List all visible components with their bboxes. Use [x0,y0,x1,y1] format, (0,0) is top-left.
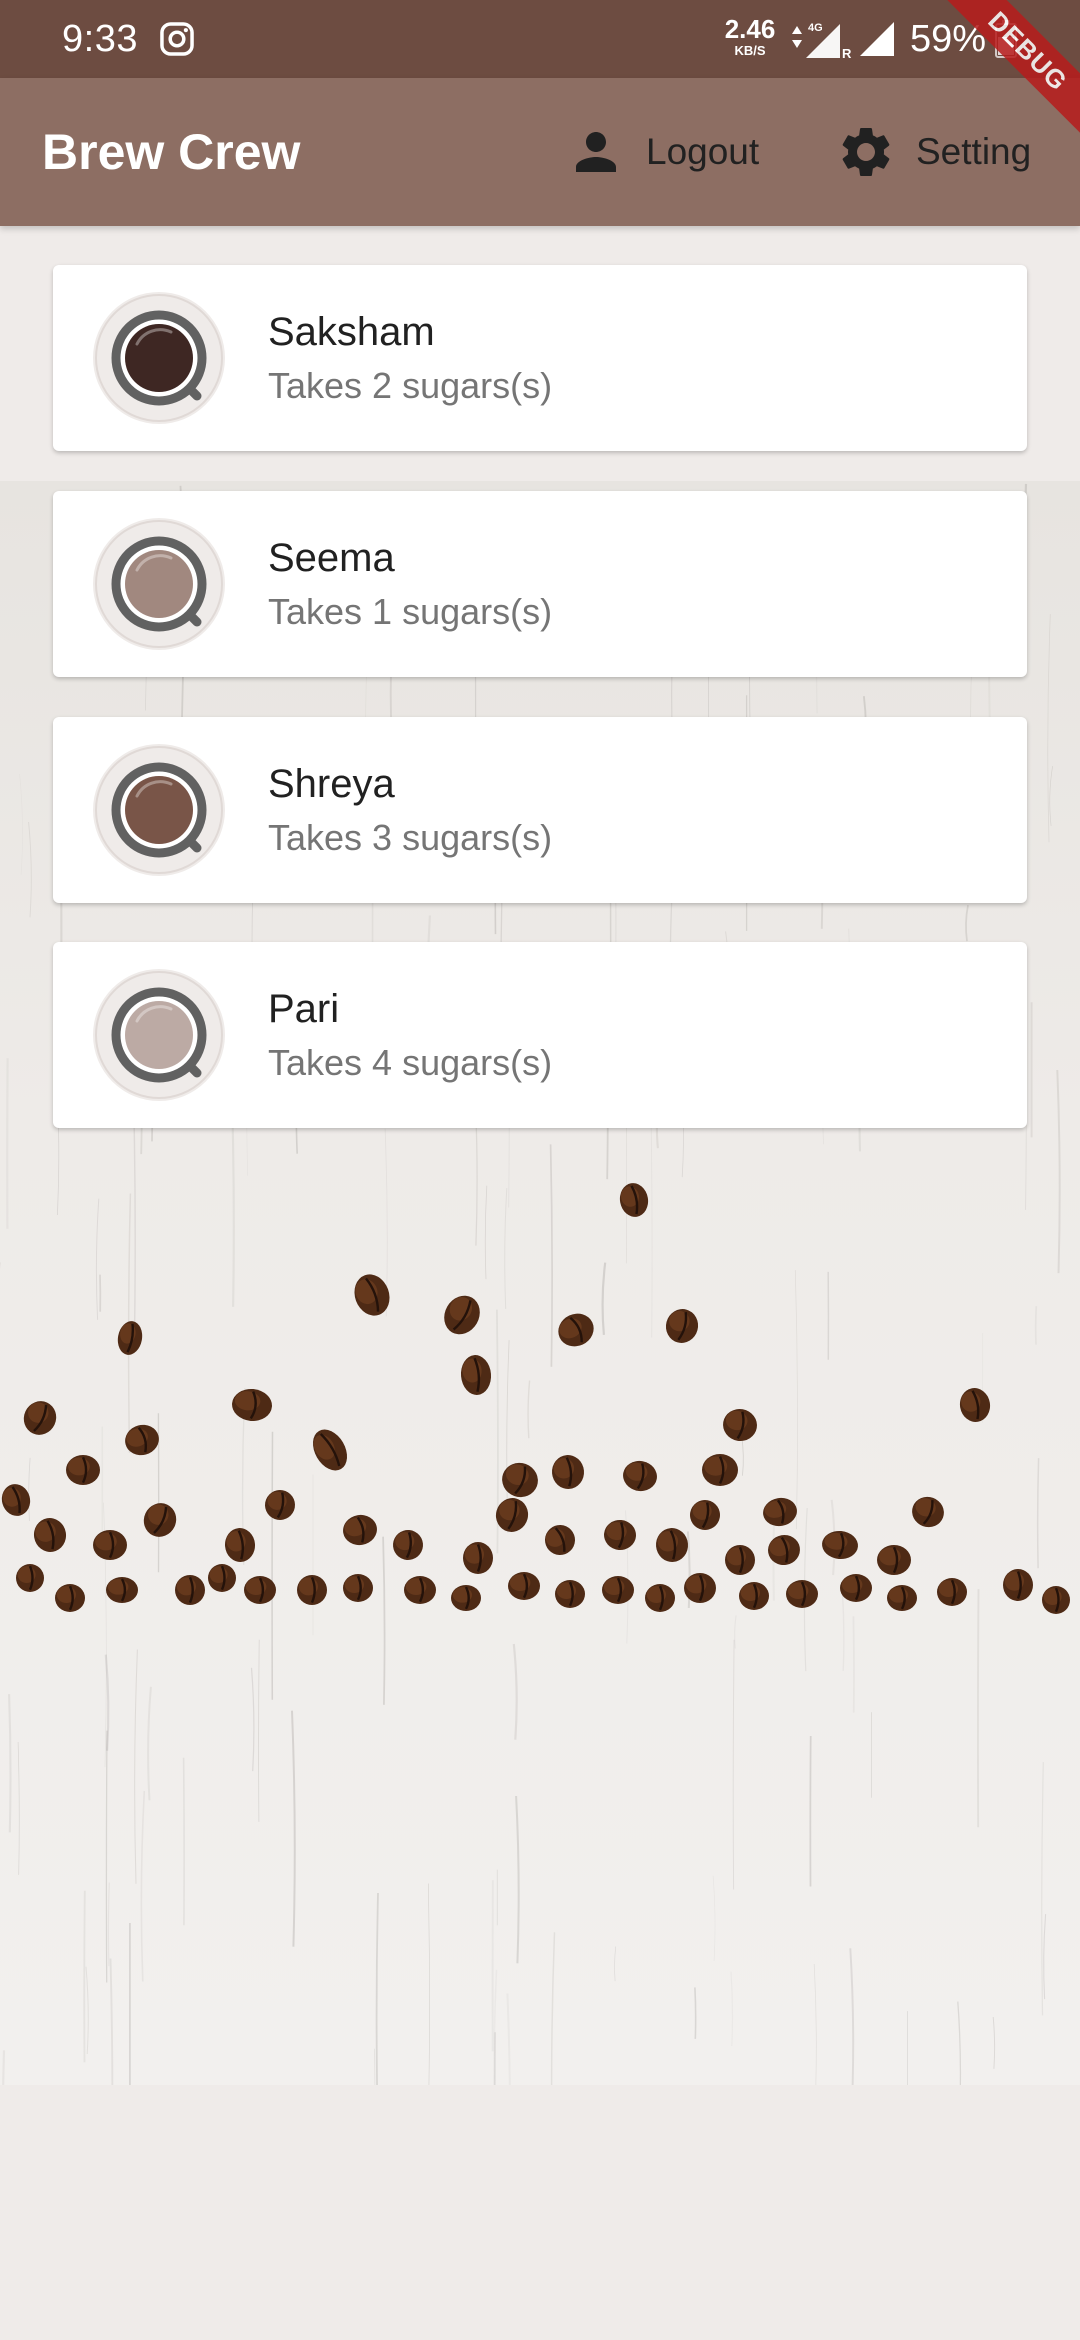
signal-icon [860,22,894,56]
brew-sugars: Takes 4 sugars(s) [268,1042,553,1083]
brew-sugars: Takes 3 sugars(s) [268,817,553,858]
logout-button[interactable]: Logout [566,118,759,186]
brew-name: Saksham [268,310,435,354]
app-bar: Brew Crew Logout Setting [0,78,1080,226]
coffee-cup-icon [93,744,225,876]
brew-name: Shreya [268,762,395,806]
roaming-indicator: R [842,46,852,60]
instagram-icon [160,22,194,56]
status-time: 9:33 [62,18,138,60]
brew-name: Seema [268,536,395,580]
coffee-cup-icon [93,969,225,1101]
brew-name: Pari [268,987,340,1031]
network-speed: 2.46 KB/S [722,16,778,57]
brew-card[interactable]: Saksham Takes 2 sugars(s) [53,265,1027,451]
brew-sugars: Takes 1 sugars(s) [268,591,553,632]
network-speed-value: 2.46 [724,14,776,44]
network-speed-unit: KB/S [734,43,766,58]
app-title: Brew Crew [42,124,301,180]
brew-card[interactable]: Shreya Takes 3 sugars(s) [53,717,1027,903]
setting-button[interactable]: Setting [836,118,1031,186]
coffee-cup-icon [93,292,225,424]
network-type: 4G [808,22,823,34]
brew-card[interactable]: Seema Takes 1 sugars(s) [53,491,1027,677]
coffee-cup-icon [93,518,225,650]
signal-icon: 4G R [792,22,852,60]
setting-label: Setting [916,131,1032,172]
person-icon [576,132,616,172]
brew-card[interactable]: Pari Takes 4 sugars(s) [53,942,1027,1128]
gear-icon [842,128,890,176]
status-bar: 9:33 2.46 KB/S 4G R 59% [0,0,1080,78]
logout-label: Logout [646,131,760,172]
brew-sugars: Takes 2 sugars(s) [268,365,553,406]
